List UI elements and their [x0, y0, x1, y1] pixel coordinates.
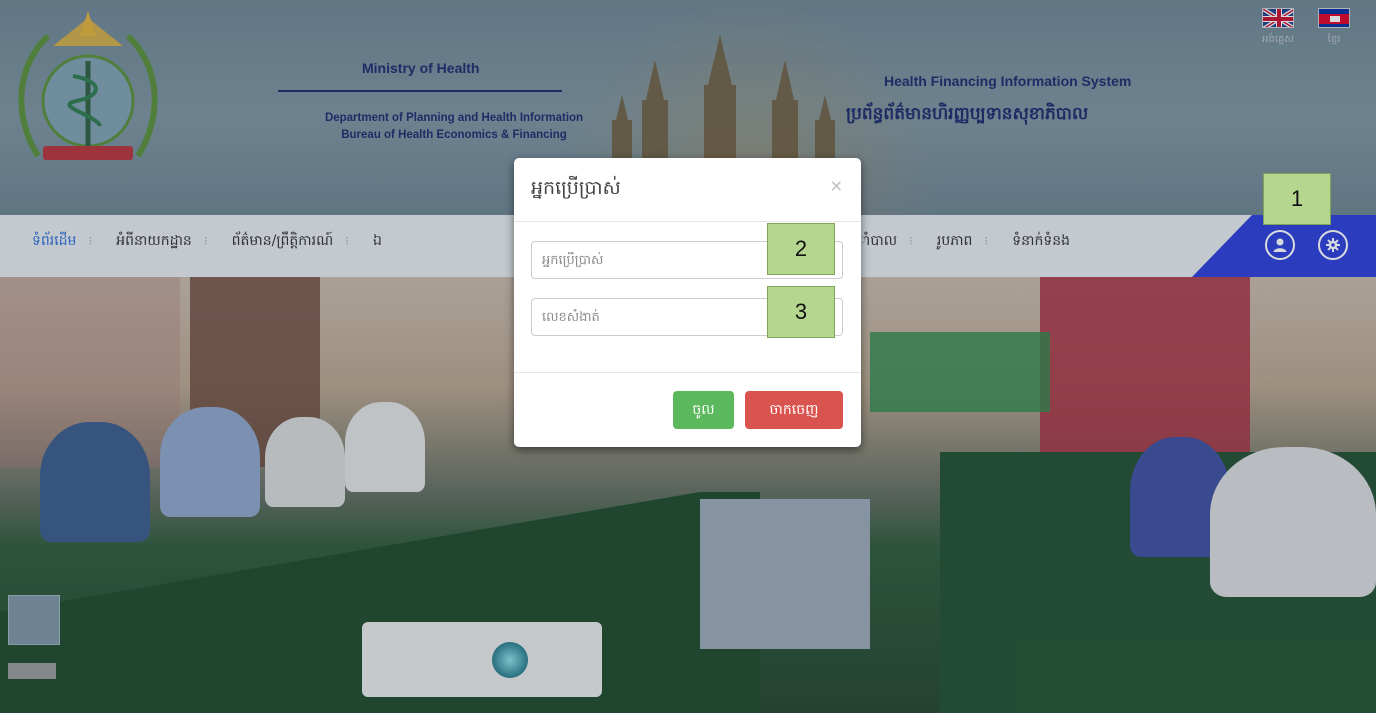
callout-3: 3 [767, 286, 835, 338]
close-icon[interactable]: × [830, 176, 843, 195]
callout-2: 2 [767, 223, 835, 275]
login-button[interactable]: ចូល [673, 391, 734, 429]
modal-header-divider [514, 221, 861, 222]
modal-footer-divider [514, 372, 861, 373]
callout-1: 1 [1263, 173, 1331, 225]
modal-title: អ្នកប្រើប្រាស់ [531, 177, 621, 199]
exit-button[interactable]: ចាកចេញ [745, 391, 843, 429]
